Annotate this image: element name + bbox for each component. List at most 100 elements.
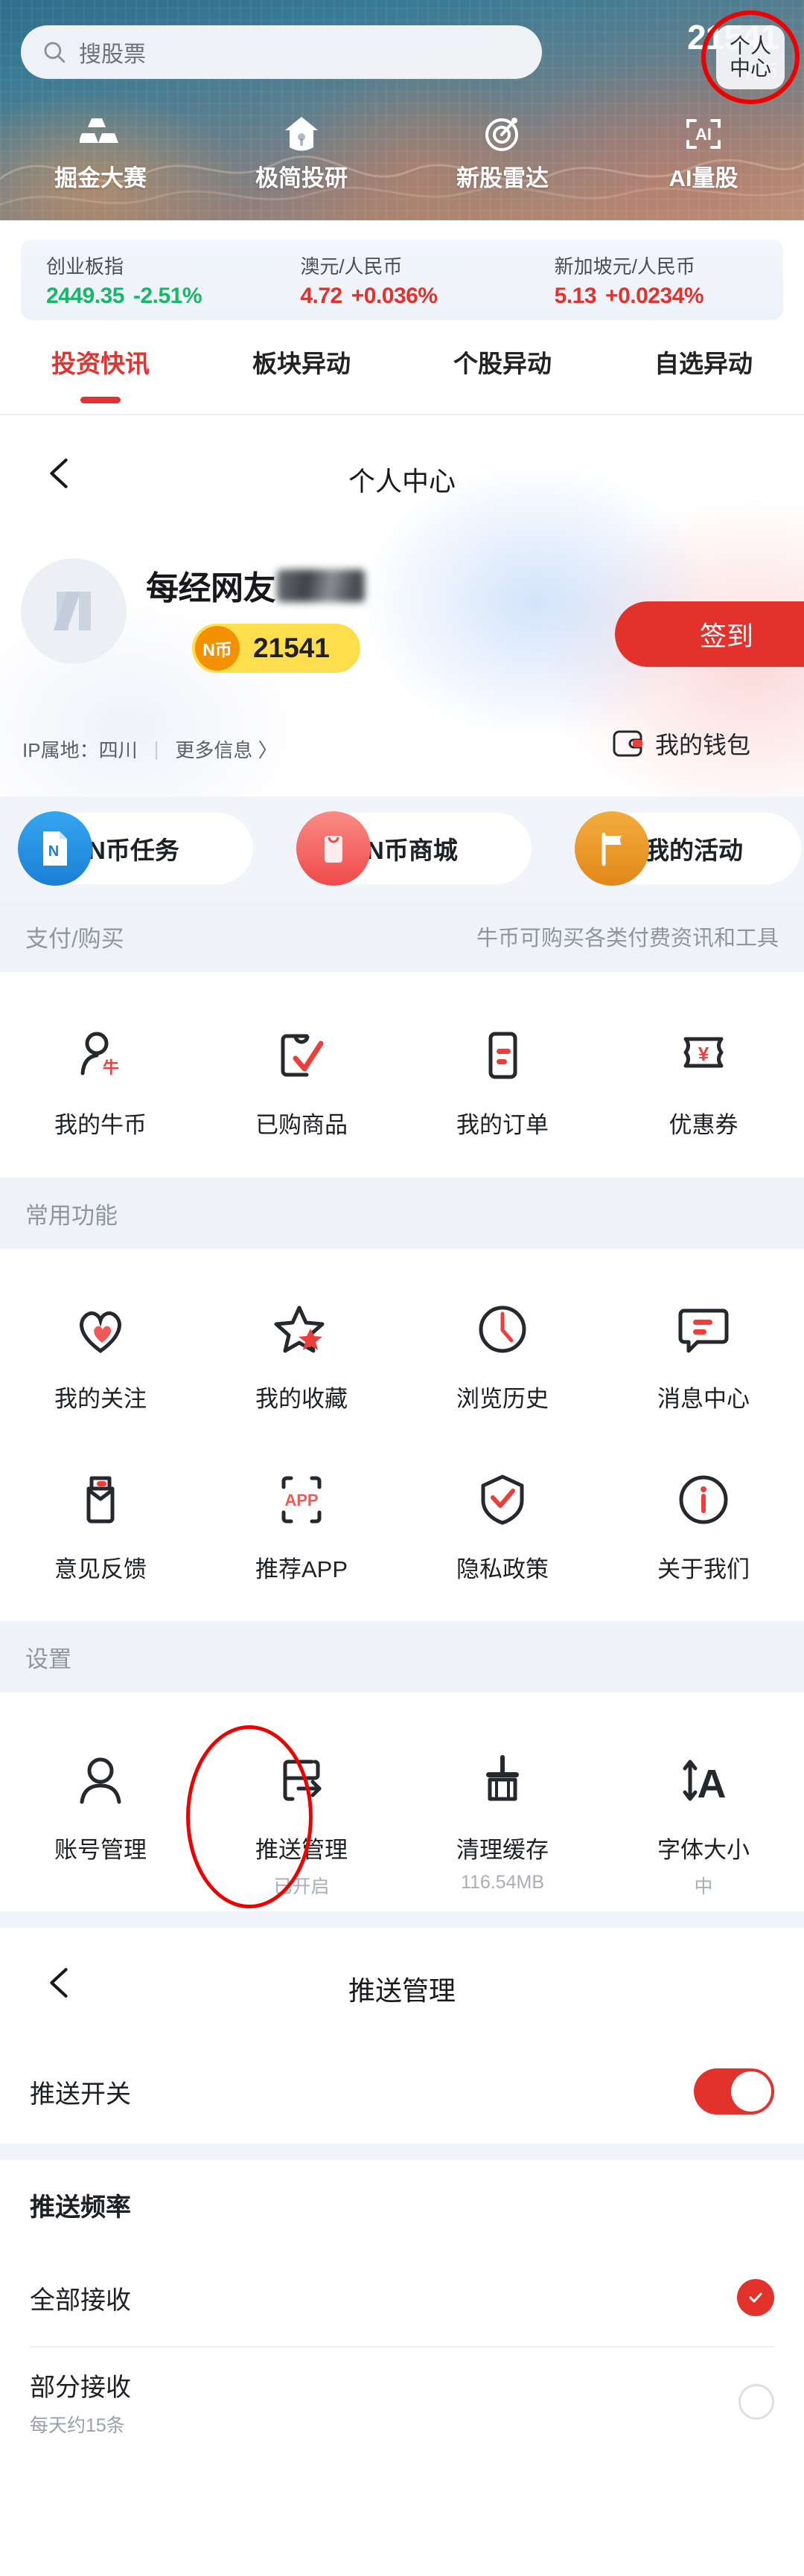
search-input[interactable]: 搜股票 — [21, 25, 542, 79]
signin-button[interactable]: 签到 — [615, 601, 804, 667]
ip-separator: | — [153, 738, 159, 760]
svg-text:A: A — [698, 1762, 727, 1806]
tab-investment-news[interactable]: 投资快讯 — [0, 332, 201, 415]
star-icon — [273, 1295, 330, 1364]
quicknav-item-ai-stock[interactable]: AI AI量股 — [603, 110, 804, 199]
grid-payment: 牛 我的牛币 已购商品 我的订单 ¥ 优惠券 — [0, 972, 804, 1177]
screen-separator — [0, 1911, 804, 1928]
more-info-link[interactable]: 更多信息 〉 — [175, 735, 277, 763]
grid-item-about[interactable]: 关于我们 — [603, 1466, 804, 1584]
grid-item-label: 推荐APP — [255, 1556, 348, 1582]
grid-item-font-size[interactable]: A 字体大小 中 — [603, 1746, 804, 1899]
username-masked-suffix — [277, 569, 365, 602]
tab-active-underline — [80, 397, 121, 403]
page-title: 个人中心 — [348, 466, 456, 496]
message-icon — [675, 1295, 732, 1364]
quicknav-item-research[interactable]: 极简投研 — [201, 110, 402, 199]
grid-item-messages[interactable]: 消息中心 — [603, 1295, 804, 1413]
index-item-1[interactable]: 澳元/人民币 4.72 +0.036% — [275, 252, 529, 309]
push-option-partial[interactable]: 部分接收 每天约15条 — [0, 2346, 804, 2458]
grid-item-label: 字体大小 — [657, 1837, 750, 1863]
gold-bars-icon — [80, 110, 121, 158]
profile-nav-bar: 个人中心 — [0, 415, 804, 520]
grid-item-sublabel: 116.54MB — [460, 1872, 545, 1893]
push-frequency-title: 推送频率 — [30, 2193, 131, 2222]
diamond-icon — [281, 110, 322, 158]
index-item-0[interactable]: 创业板指 2449.35 -2.51% — [21, 252, 275, 309]
avatar[interactable] — [21, 558, 127, 664]
index-item-2[interactable]: 新加坡元/人民币 5.13 +0.0234% — [529, 252, 783, 309]
chip-my-activities[interactable]: 我的活动 — [575, 811, 801, 886]
quicknav-label: 新股雷达 — [456, 165, 549, 191]
section-header-payment: 支付/购买 牛币可购买各类付费资讯和工具 — [0, 901, 804, 972]
push-frequency-header: 推送频率 — [0, 2160, 804, 2249]
index-value: 2449.35 — [46, 283, 124, 308]
chip-n-coin-mall[interactable]: N币商城 — [296, 811, 532, 886]
grid-item-push-management[interactable]: 推送管理 已开启 — [201, 1746, 402, 1899]
grid-item-label: 清理缓存 — [456, 1837, 549, 1863]
svg-text:¥: ¥ — [698, 1043, 709, 1065]
grid-item-my-orders[interactable]: 我的订单 — [402, 1021, 603, 1140]
grid-settings: 账号管理 推送管理 已开启 清理缓存 116.54MB A 字体大小 中 — [0, 1693, 804, 1911]
coin-badge-text: N币 — [202, 640, 232, 659]
grid-item-history[interactable]: 浏览历史 — [402, 1295, 603, 1413]
quicknav-item-gold-contest[interactable]: 掘金大赛 — [0, 110, 201, 199]
tab-watchlist-moves[interactable]: 自选异动 — [603, 332, 804, 415]
index-value: 4.72 — [300, 283, 342, 308]
grid-item-clear-cache[interactable]: 清理缓存 116.54MB — [402, 1746, 603, 1899]
grid-item-label: 隐私政策 — [456, 1556, 549, 1582]
coin-balance-pill[interactable]: N币 21541 — [192, 624, 360, 673]
grid-item-feedback[interactable]: 意见反馈 — [0, 1466, 201, 1584]
personal-center-button[interactable]: 个人 中心 — [716, 25, 785, 89]
grid-item-recommend-app[interactable]: APP 推荐APP — [201, 1466, 402, 1584]
index-ticker-section: 创业板指 2449.35 -2.51% 澳元/人民币 4.72 +0.036% 新加… — [0, 220, 804, 332]
svg-text:牛: 牛 — [103, 1058, 119, 1077]
purchased-check-icon — [273, 1021, 330, 1090]
tab-stock-moves[interactable]: 个股异动 — [402, 332, 603, 415]
grid-item-label: 优惠券 — [669, 1112, 738, 1138]
coupon-yen-icon: ¥ — [675, 1021, 732, 1090]
quicknav-label: 掘金大赛 — [54, 165, 147, 191]
grid-item-account-management[interactable]: 账号管理 — [0, 1746, 201, 1899]
index-change: +0.0234% — [605, 283, 704, 308]
section-header-settings: 设置 — [0, 1621, 804, 1693]
ip-info-row: IP属地：四川 | 更多信息 〉 — [22, 735, 278, 763]
grid-item-privacy[interactable]: 隐私政策 — [402, 1466, 603, 1584]
clock-icon — [474, 1295, 531, 1364]
banner-top-row: 搜股票 21541 N币 — [0, 20, 804, 83]
grid-item-label: 我的牛币 — [54, 1112, 147, 1138]
tab-label: 个股异动 — [453, 350, 552, 377]
font-size-icon: A — [675, 1746, 732, 1815]
radio-selected-icon[interactable] — [737, 2279, 774, 2316]
grid-item-coupon[interactable]: ¥ 优惠券 — [603, 1021, 804, 1140]
push-option-all[interactable]: 全部接收 — [0, 2249, 804, 2346]
push-switch-row[interactable]: 推送开关 — [0, 2039, 804, 2144]
quicknav-label: AI量股 — [669, 165, 738, 191]
grid-item-label: 意见反馈 — [54, 1556, 147, 1582]
quicknav-item-ipo-radar[interactable]: 新股雷达 — [402, 110, 603, 199]
grid-item-following[interactable]: 我的关注 — [0, 1295, 201, 1413]
flag-icon — [575, 811, 649, 886]
index-name: 新加坡元/人民币 — [554, 255, 695, 278]
grid-item-label: 已购商品 — [255, 1112, 348, 1138]
personal-center-line2: 中心 — [729, 57, 771, 80]
my-wallet-button[interactable]: 我的钱包 — [612, 726, 750, 761]
chip-n-coin-task[interactable]: N N币任务 — [18, 811, 253, 886]
tab-sector-moves[interactable]: 板块异动 — [201, 332, 402, 415]
shopping-bag-icon — [296, 811, 371, 886]
push-nav-bar: 推送管理 — [0, 1928, 804, 2039]
push-switch-toggle[interactable] — [694, 2068, 774, 2115]
svg-text:N: N — [48, 843, 59, 860]
push-section-separator — [0, 2144, 804, 2160]
quick-nav-row: 掘金大赛 极简投研 新股雷达 AI AI量股 — [0, 110, 804, 199]
grid-common: 我的关注 我的收藏 浏览历史 消息中心 意见反馈 APP 推荐APP 隐私政策 … — [0, 1249, 804, 1621]
profile-panel: 个人中心 每经网友 N币 21541 IP属地：四川 | 更多信息 〉 签到 我… — [0, 415, 804, 796]
wallet-label: 我的钱包 — [655, 732, 751, 758]
grid-item-purchased[interactable]: 已购商品 — [201, 1021, 402, 1140]
grid-item-my-coins[interactable]: 牛 我的牛币 — [0, 1021, 201, 1140]
radio-unselected-icon[interactable] — [738, 2384, 774, 2420]
grid-item-label: 关于我们 — [657, 1556, 750, 1582]
index-change: -2.51% — [133, 283, 202, 308]
grid-item-favorites[interactable]: 我的收藏 — [201, 1295, 402, 1413]
index-change: +0.036% — [351, 283, 438, 308]
